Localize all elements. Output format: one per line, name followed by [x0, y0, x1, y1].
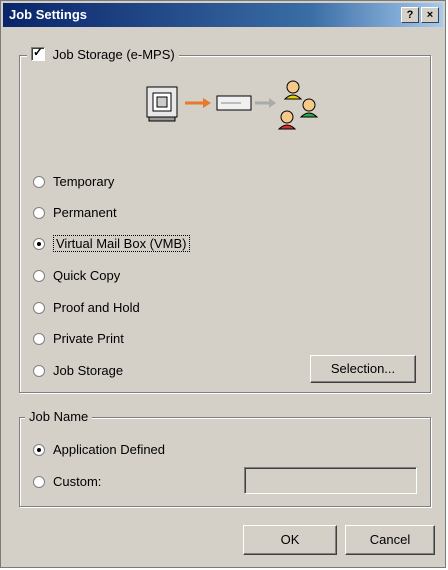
- ok-button[interactable]: OK: [243, 525, 337, 555]
- radio-private-print-label: Private Print: [53, 331, 124, 346]
- radio-button[interactable]: [33, 238, 45, 250]
- job-storage-checkbox-box[interactable]: ✓: [31, 45, 45, 61]
- printer-icon: [146, 86, 178, 122]
- cancel-button[interactable]: Cancel: [345, 525, 435, 555]
- check-mark-icon: ✓: [33, 45, 44, 59]
- radio-application-defined[interactable]: Application Defined: [33, 442, 165, 458]
- radio-button[interactable]: [33, 176, 45, 188]
- radio-custom[interactable]: Custom:: [33, 474, 101, 490]
- radio-button[interactable]: [33, 302, 45, 314]
- radio-button[interactable]: [33, 270, 45, 282]
- radio-job-storage-label: Job Storage: [53, 363, 124, 378]
- job-storage-illustration: [146, 80, 319, 130]
- radio-job-storage[interactable]: Job Storage: [33, 363, 123, 379]
- radio-permanent[interactable]: Permanent: [33, 205, 117, 221]
- radio-private-print[interactable]: Private Print: [33, 331, 124, 347]
- hard-disk-icon: [216, 95, 252, 111]
- close-button[interactable]: ×: [421, 7, 439, 23]
- job-storage-checkbox-label: Job Storage (e-MPS): [52, 47, 175, 62]
- radio-quick-copy[interactable]: Quick Copy: [33, 268, 120, 284]
- radio-button[interactable]: [33, 333, 45, 345]
- dialog-title: Job Settings: [9, 7, 88, 22]
- radio-virtual-mail-box-label: Virtual Mail Box (VMB): [53, 235, 190, 252]
- job-storage-checkbox[interactable]: ✓ Job Storage (e-MPS): [27, 45, 179, 62]
- radio-application-defined-label: Application Defined: [53, 442, 166, 457]
- radio-button[interactable]: [33, 207, 45, 219]
- radio-quick-copy-label: Quick Copy: [53, 268, 121, 283]
- radio-button[interactable]: [33, 444, 45, 456]
- job-settings-dialog: Job Settings ? × ✓ Job Storage (e-MPS) T…: [0, 0, 446, 568]
- radio-temporary-label: Temporary: [53, 174, 115, 189]
- radio-button[interactable]: [33, 365, 45, 377]
- job-name-group-title: Job Name: [25, 409, 93, 424]
- radio-button[interactable]: [33, 476, 45, 488]
- arrow-gray-icon: [255, 98, 276, 108]
- radio-temporary[interactable]: Temporary: [33, 174, 114, 190]
- radio-permanent-label: Permanent: [53, 205, 117, 220]
- selection-button[interactable]: Selection...: [310, 355, 416, 383]
- radio-proof-and-hold-label: Proof and Hold: [53, 300, 140, 315]
- radio-proof-and-hold[interactable]: Proof and Hold: [33, 300, 140, 316]
- users-icon: [277, 80, 319, 130]
- radio-virtual-mail-box[interactable]: Virtual Mail Box (VMB): [33, 235, 190, 252]
- custom-job-name-input[interactable]: [244, 467, 417, 494]
- arrow-right-icon: [185, 98, 211, 108]
- radio-custom-label: Custom:: [53, 474, 102, 489]
- help-button[interactable]: ?: [401, 7, 419, 23]
- title-bar[interactable]: Job Settings ? ×: [3, 3, 443, 27]
